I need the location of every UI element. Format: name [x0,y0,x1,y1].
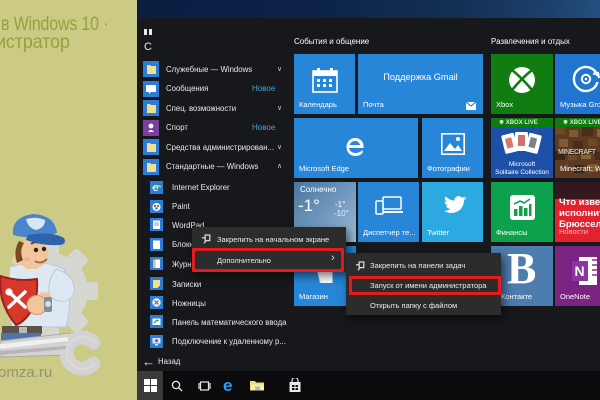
svg-text:e: e [223,377,232,394]
svg-text:N: N [575,263,585,279]
svg-text:e: e [153,182,159,194]
